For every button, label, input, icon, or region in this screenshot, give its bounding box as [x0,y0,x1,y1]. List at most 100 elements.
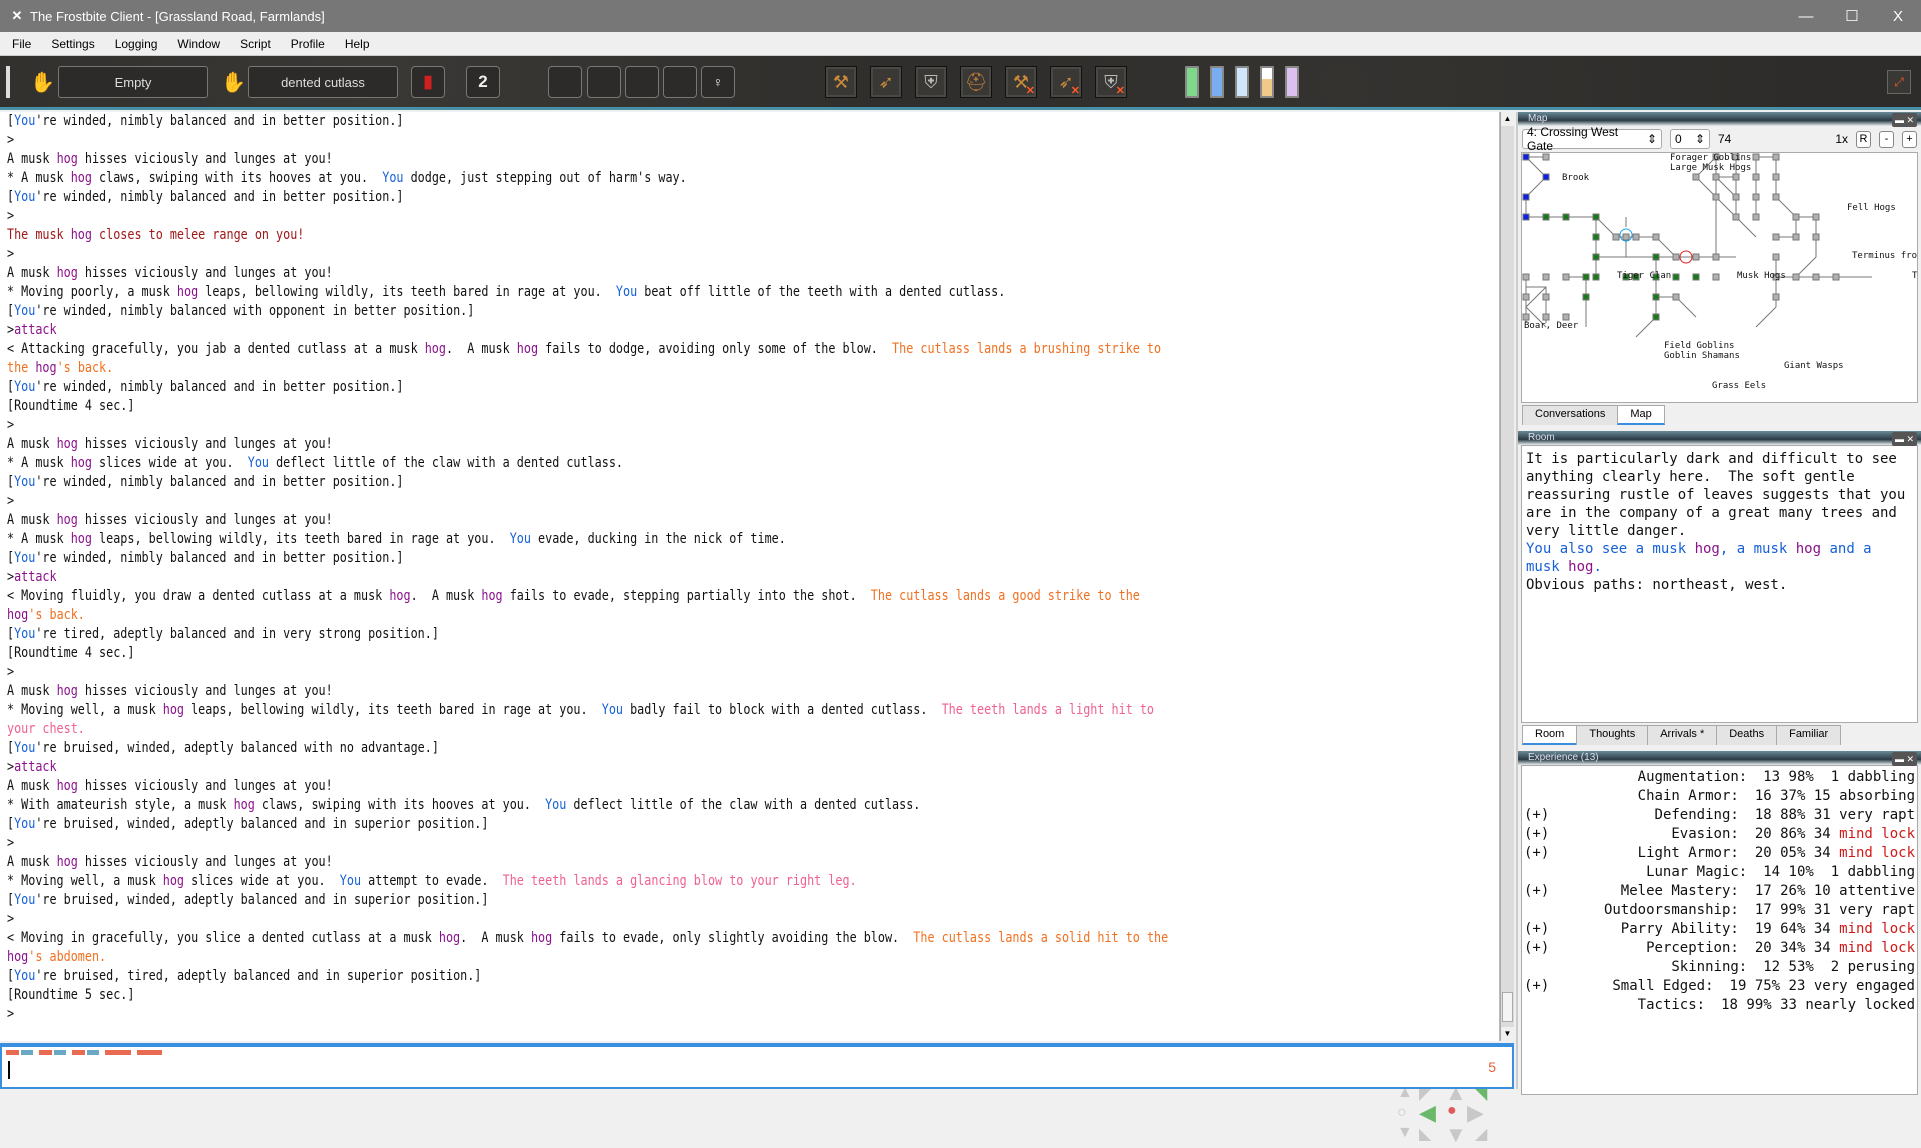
map-room-node[interactable] [1812,233,1820,241]
map-room-node[interactable] [1672,293,1680,301]
tab-deaths[interactable]: Deaths [1716,725,1778,745]
compass-out-icon[interactable]: ○ [1397,1104,1407,1122]
map-room-node[interactable] [1732,213,1740,221]
menu-file[interactable]: File [0,37,39,51]
map-room-node[interactable] [1772,153,1780,161]
map-room-node[interactable] [1752,193,1760,201]
room-object-link[interactable]: hog [1568,559,1593,575]
spellbook-icon[interactable]: ▮ [411,66,445,98]
tab-room[interactable]: Room [1522,725,1578,745]
map-room-node[interactable] [1522,193,1530,201]
map-room-node[interactable] [1732,173,1740,181]
tab-familiar[interactable]: Familiar [1776,725,1842,745]
map-room-node[interactable] [1542,293,1550,301]
tab-map[interactable]: Map [1617,405,1665,425]
map-room-node[interactable] [1752,173,1760,181]
helmet-icon[interactable]: ⛑ [960,66,992,98]
axe-icon[interactable]: ⚒ [825,66,857,98]
zoom-in-button[interactable]: + [1902,130,1917,148]
compass-southwest-icon[interactable]: ◣ [1419,1124,1431,1144]
map-room-node[interactable] [1542,313,1550,321]
zoom-out-button[interactable]: - [1879,130,1894,148]
map-room-node[interactable] [1632,233,1640,241]
map-room-node[interactable] [1522,313,1530,321]
map-room-node[interactable] [1692,173,1700,181]
compass-east-icon[interactable]: ▶ [1467,1100,1484,1126]
map-room-node[interactable] [1592,273,1600,281]
map-room-node[interactable] [1692,253,1700,261]
map-room-node[interactable] [1672,273,1680,281]
map-room-node[interactable] [1832,273,1840,281]
shield-disabled-icon[interactable]: ⛨ ✕ [1095,66,1127,98]
dock-controls-icon[interactable]: ▬ ✕ [1891,432,1917,446]
map-room-node[interactable] [1652,233,1660,241]
map-room-node[interactable] [1582,273,1590,281]
scroll-thumb[interactable] [1502,992,1513,1022]
game-scrollbar[interactable]: ▲ ▼ [1500,112,1514,1041]
room-object-link[interactable]: hog [1695,541,1720,557]
map-room-node[interactable] [1712,273,1720,281]
map-room-node[interactable] [1792,233,1800,241]
menu-script[interactable]: Script [228,37,279,51]
map-room-node[interactable] [1712,253,1720,261]
map-view[interactable]: Forager Goblins Large Musk Hogs Brook Fe… [1521,152,1918,403]
fullscreen-icon[interactable]: ⤢ [1887,70,1911,94]
close-button[interactable]: X [1875,8,1921,25]
axe-disabled-icon[interactable]: ⚒ ✕ [1005,66,1037,98]
map-room-node[interactable] [1592,213,1600,221]
room-object-link[interactable]: hog [1796,541,1821,557]
map-room-node[interactable] [1592,233,1600,241]
map-room-node[interactable] [1592,253,1600,261]
minimize-button[interactable]: — [1783,8,1829,25]
menu-profile[interactable]: Profile [279,37,333,51]
map-room-node[interactable] [1792,213,1800,221]
map-room-node[interactable] [1522,153,1530,161]
map-room-node[interactable] [1542,173,1550,181]
map-room-node[interactable] [1752,213,1760,221]
shield-icon[interactable]: ⛨ [915,66,947,98]
map-room-node[interactable] [1772,173,1780,181]
zone-select[interactable]: 4: Crossing West Gate ⇕ [1522,125,1662,153]
compass-down-icon[interactable]: ▼ [1397,1124,1413,1142]
map-room-node[interactable] [1522,273,1530,281]
map-room-node[interactable] [1612,233,1620,241]
map-room-node[interactable] [1732,193,1740,201]
reset-button[interactable]: R [1856,130,1871,148]
compass-west-icon[interactable]: ◀ [1419,1100,1436,1126]
menu-window[interactable]: Window [165,37,228,51]
map-room-node[interactable] [1542,273,1550,281]
menu-help[interactable]: Help [333,37,378,51]
map-room-node[interactable] [1812,273,1820,281]
command-input[interactable]: 5 [0,1043,1514,1089]
bow-disabled-icon[interactable]: ➶ ✕ [1050,66,1082,98]
map-room-node[interactable] [1582,293,1590,301]
compass-south-icon[interactable]: ▼ [1445,1122,1467,1148]
map-room-node[interactable] [1542,213,1550,221]
menu-logging[interactable]: Logging [103,37,166,51]
map-room-node[interactable] [1812,213,1820,221]
map-room-node[interactable] [1562,213,1570,221]
dock-controls-icon[interactable]: ▬ ✕ [1891,752,1917,766]
map-room-node[interactable] [1652,293,1660,301]
dock-controls-icon[interactable]: ▬ ✕ [1891,113,1917,127]
map-room-node[interactable] [1672,253,1680,261]
map-room-node[interactable] [1772,233,1780,241]
map-room-node[interactable] [1712,173,1720,181]
map-room-node[interactable] [1562,273,1570,281]
map-room-node[interactable] [1652,253,1660,261]
scroll-down-icon[interactable]: ▼ [1501,1027,1514,1041]
map-room-node[interactable] [1772,293,1780,301]
compass-southeast-icon[interactable]: ◢ [1475,1124,1487,1144]
map-room-node[interactable] [1692,273,1700,281]
map-room-node[interactable] [1712,193,1720,201]
maximize-button[interactable]: ☐ [1829,7,1875,25]
map-room-node[interactable] [1752,153,1760,161]
toolbar-grip[interactable] [6,66,10,98]
map-room-node[interactable] [1542,153,1550,161]
tab-arrivals[interactable]: Arrivals * [1647,725,1718,745]
map-room-node[interactable] [1792,273,1800,281]
map-room-node[interactable] [1622,233,1630,241]
scroll-up-icon[interactable]: ▲ [1501,112,1514,126]
map-room-node[interactable] [1522,213,1530,221]
tab-conversations[interactable]: Conversations [1522,405,1619,425]
